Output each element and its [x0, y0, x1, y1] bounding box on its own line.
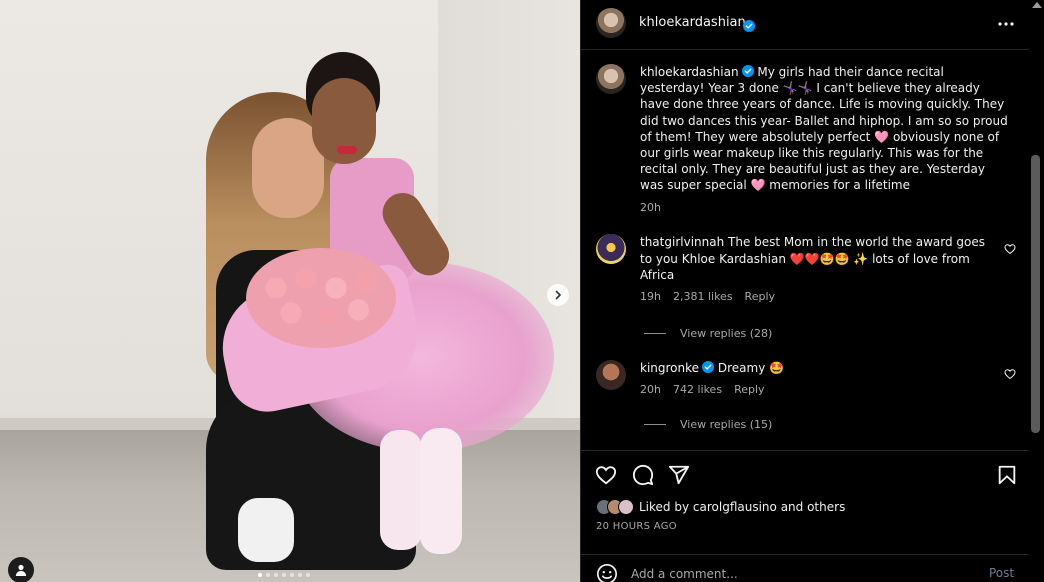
bookmark-icon[interactable] — [996, 464, 1018, 486]
comment-icon[interactable] — [632, 464, 654, 486]
comment-item: thatgirlvinnah The best Mom in the world… — [596, 234, 1016, 305]
commenter-avatar[interactable] — [596, 360, 626, 390]
view-replies-line — [644, 333, 666, 334]
photo-girl-lips — [337, 146, 357, 154]
user-tag-icon — [15, 564, 27, 576]
caption-text: My girls had their dance recital yesterd… — [640, 65, 1008, 193]
comment-input[interactable] — [631, 564, 961, 582]
caption-body: khloekardashian My girls had their dance… — [640, 64, 1008, 216]
caption-username[interactable]: khloekardashian — [640, 65, 739, 79]
share-icon[interactable] — [668, 464, 690, 486]
emoji-icon[interactable] — [596, 563, 618, 582]
comment-body: thatgirlvinnah The best Mom in the world… — [640, 234, 990, 305]
scroll-up-arrow-icon[interactable] — [1032, 2, 1042, 8]
carousel-dot — [282, 573, 286, 577]
post-header: khloekardashian — [581, 0, 1029, 50]
author-avatar[interactable] — [596, 8, 626, 38]
chevron-right-icon — [555, 290, 561, 300]
carousel-dot — [306, 573, 310, 577]
verified-badge-icon — [702, 361, 715, 373]
view-replies-button[interactable]: View replies (28) — [644, 327, 772, 340]
view-replies-line — [644, 424, 666, 425]
commenter-username[interactable]: kingronke — [640, 361, 699, 375]
comment-meta: 19h 2,381 likes Reply — [640, 289, 990, 306]
carousel-dot — [298, 573, 302, 577]
view-replies-label: View replies (15) — [680, 418, 773, 431]
scrollbar-thumb[interactable] — [1031, 155, 1040, 433]
post-caption: khloekardashian My girls had their dance… — [596, 64, 1016, 216]
next-photo-button[interactable] — [547, 284, 569, 306]
liker-avatar — [618, 499, 634, 515]
comment-time: 20h — [640, 382, 661, 396]
liked-by-username[interactable]: carolgflausino — [693, 500, 777, 514]
post-details-panel: khloekardashian khloekardashian My girls… — [580, 0, 1044, 582]
photo-girl-leg — [420, 428, 462, 554]
comment-item: kingronke Dreamy 🤩 20h 742 likes Reply — [596, 360, 1016, 398]
liked-by-prefix: Liked by — [639, 500, 690, 514]
comment-text: Dreamy 🤩 — [717, 361, 785, 375]
tagged-users-button[interactable] — [8, 557, 34, 582]
heart-icon[interactable] — [595, 464, 617, 486]
carousel-dots — [258, 573, 310, 577]
carousel-dot — [258, 573, 262, 577]
more-options-button[interactable] — [993, 12, 1019, 36]
post-timestamp[interactable]: 20 HOURS AGO — [596, 521, 677, 532]
liked-by-text: Liked by carolgflausino and others — [639, 500, 845, 514]
add-comment-bar: Post — [581, 554, 1029, 582]
carousel-dot — [274, 573, 278, 577]
comment-time: 19h — [640, 289, 661, 303]
caption-time: 20h — [640, 200, 661, 214]
panel-scrollbar[interactable] — [1029, 0, 1044, 582]
comment-like-heart-icon[interactable] — [1004, 368, 1016, 380]
post-photo[interactable] — [0, 0, 580, 582]
reply-button[interactable]: Reply — [734, 382, 764, 399]
photo-girl-leg — [380, 430, 422, 550]
liked-by-summary[interactable]: Liked by carolgflausino and others — [596, 499, 845, 515]
more-horizontal-icon — [998, 22, 1014, 26]
reply-button[interactable]: Reply — [745, 289, 775, 306]
verified-badge-icon — [741, 65, 754, 77]
comment-likes[interactable]: 2,381 likes — [673, 289, 733, 306]
liked-by-others[interactable]: and others — [781, 500, 846, 514]
post-actions: Liked by carolgflausino and others 20 HO… — [581, 450, 1029, 582]
post-comment-button[interactable]: Post — [989, 566, 1014, 580]
verified-badge-icon — [743, 20, 755, 32]
commenter-avatar[interactable] — [596, 234, 626, 264]
comments-scroll-area[interactable]: khloekardashian My girls had their dance… — [581, 51, 1029, 449]
caption-author-avatar[interactable] — [596, 64, 626, 94]
photo-sneaker — [238, 498, 294, 562]
view-replies-label: View replies (28) — [680, 327, 773, 340]
verified-badge — [740, 16, 755, 35]
comment-likes[interactable]: 742 likes — [673, 382, 722, 399]
carousel-dot — [266, 573, 270, 577]
author-username[interactable]: khloekardashian — [639, 15, 746, 30]
comment-like-heart-icon[interactable] — [1004, 243, 1016, 255]
comment-meta: 20h 742 likes Reply — [640, 382, 990, 399]
carousel-dot — [290, 573, 294, 577]
comment-body: kingronke Dreamy 🤩 20h 742 likes Reply — [640, 360, 990, 398]
commenter-username[interactable]: thatgirlvinnah — [640, 235, 724, 249]
view-replies-button[interactable]: View replies (15) — [644, 418, 772, 431]
photo-rose-bouquet — [246, 248, 396, 348]
